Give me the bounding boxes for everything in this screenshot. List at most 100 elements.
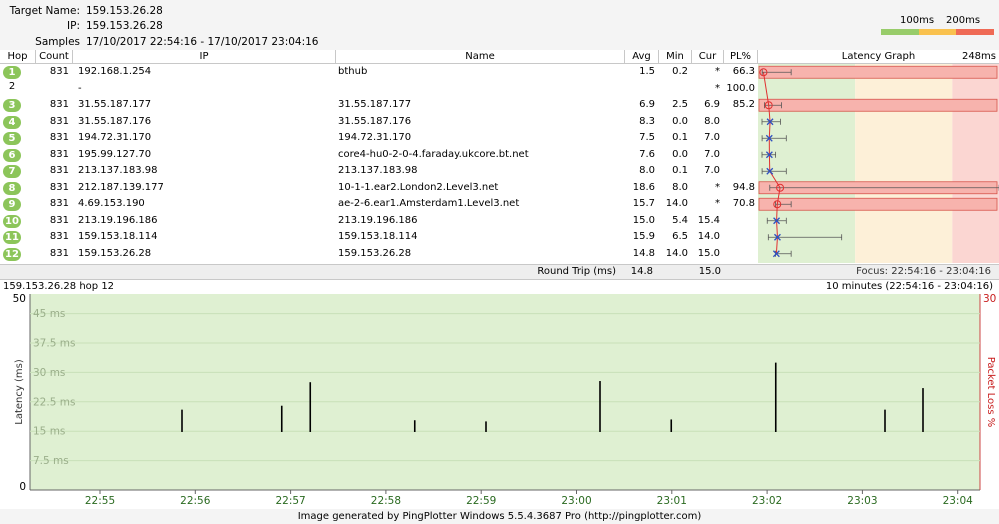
hop-table: Hop Count IP Name Avg Min Cur PL% Latenc… <box>0 50 999 264</box>
cell-cur: 8.0 <box>704 115 720 127</box>
cell-min: 8.0 <box>672 181 688 193</box>
x-tick-label: 22:57 <box>275 495 305 507</box>
cell-avg: 15.7 <box>632 198 655 209</box>
x-tick-label: 23:04 <box>943 495 974 507</box>
cell-count: 831 <box>49 165 69 176</box>
cell-min: 0.0 <box>672 148 688 160</box>
cell-cur: 6.9 <box>704 99 720 110</box>
cell-pl: 70.8 <box>732 198 755 209</box>
cell-count: 831 <box>49 214 69 226</box>
cell-min: 0.2 <box>672 66 688 77</box>
cell-name: 159.153.26.28 <box>338 247 412 259</box>
cell-avg: 15.0 <box>632 214 655 226</box>
hop-number: 7 <box>3 165 21 178</box>
cell-avg <box>625 81 655 98</box>
cell-min: 14.0 <box>665 198 688 209</box>
latency-graph-max: 248ms <box>961 51 996 62</box>
col-header-count[interactable]: Count <box>36 50 73 64</box>
cell-min: 0.1 <box>672 165 688 176</box>
cell-name: 159.153.18.114 <box>338 231 418 242</box>
footer-credit: Image generated by PingPlotter Windows 5… <box>0 509 999 524</box>
col-header-cur[interactable]: Cur <box>692 50 724 64</box>
round-trip-avg: 14.8 <box>630 266 653 277</box>
cell-ip: 31.55.187.177 <box>78 99 152 110</box>
x-tick-label: 22:58 <box>371 495 401 507</box>
target-name-value: 159.153.26.28 <box>86 5 163 17</box>
y-tick-label: 7.5 ms <box>33 455 69 467</box>
focus-range[interactable]: Focus: 22:54:16 - 23:04:16 <box>856 266 991 277</box>
cell-min: 14.0 <box>665 247 688 259</box>
cell-avg: 8.0 <box>639 165 655 176</box>
cell-pl: 85.2 <box>732 99 755 110</box>
y-tick-label: 45 ms <box>33 308 65 320</box>
x-tick-label: 23:01 <box>657 495 687 507</box>
packet-loss-bar <box>758 98 998 112</box>
hop-number: 2 <box>8 80 16 92</box>
cell-name: bthub <box>338 66 368 77</box>
hop-number: 12 <box>3 247 21 261</box>
latency-zone <box>758 64 856 263</box>
col-header-hop[interactable]: Hop <box>0 50 36 64</box>
cell-name: 213.137.183.98 <box>338 165 418 176</box>
scale-bar-yellow <box>918 29 957 35</box>
scale-bar-red <box>956 29 995 35</box>
cell-ip: 4.69.153.190 <box>78 198 145 209</box>
latency-zone <box>952 64 999 263</box>
cell-pl <box>724 114 755 131</box>
cell-pl <box>724 163 755 180</box>
packet-loss-axis-label: Packet Loss % <box>985 357 996 428</box>
cell-avg: 8.3 <box>639 115 655 127</box>
hop-number: 6 <box>3 148 21 162</box>
cell-count: 831 <box>49 148 69 160</box>
target-name-row: Target Name: 159.153.26.28 <box>0 4 163 18</box>
col-header-name[interactable]: Name <box>336 50 625 64</box>
y-tick-label: 30 ms <box>33 367 65 379</box>
ip-value: 159.153.26.28 <box>86 20 163 32</box>
cell-pl <box>724 147 755 164</box>
cell-cur: 7.0 <box>704 132 720 143</box>
x-tick-label: 22:56 <box>180 495 211 507</box>
cell-min <box>659 81 688 98</box>
cell-cur: 7.0 <box>704 165 720 176</box>
latency-zone <box>855 64 953 263</box>
latency-time-graph[interactable]: 0 7.5 ms 15 ms 22.5 ms 30 ms 37.5 ms 45 ms 50 30… <box>0 294 999 508</box>
samples-value: 17/10/2017 22:54:16 - 17/10/2017 23:04:1… <box>86 36 319 48</box>
cell-ip: 213.19.196.186 <box>78 214 158 226</box>
target-info-header: Target Name: 159.153.26.28 IP: 159.153.2… <box>0 0 999 62</box>
cell-count: 831 <box>49 247 69 259</box>
col-header-avg[interactable]: Avg <box>625 50 659 64</box>
target-name-label: Target Name: <box>9 5 80 17</box>
col-header-latency-graph[interactable]: Latency Graph 248ms <box>758 50 999 64</box>
cell-ip: 195.99.127.70 <box>78 148 152 160</box>
cell-name: ae-2-6.ear1.Amsterdam1.Level3.net <box>338 198 520 209</box>
cell-ip: 212.187.139.177 <box>78 181 164 193</box>
y-tick-label: 37.5 ms <box>33 338 75 350</box>
cell-cur: 15.4 <box>697 214 720 226</box>
cell-avg: 7.6 <box>639 148 655 160</box>
cell-ip: 31.55.187.176 <box>78 115 152 127</box>
y-tick-label: 15 ms <box>33 426 65 438</box>
cell-avg: 6.9 <box>639 99 655 110</box>
x-tick-label: 23:00 <box>561 495 591 507</box>
col-header-pl[interactable]: PL% <box>724 50 758 64</box>
samples-row: Samples Timed: 17/10/2017 22:54:16 - 17/… <box>0 35 318 62</box>
scale-bar-green <box>881 29 919 35</box>
cell-min: 2.5 <box>672 99 688 110</box>
cell-ip: 192.168.1.254 <box>78 66 152 77</box>
cell-name: core4-hu0-2-0-4.faraday.ukcore.bt.net <box>338 148 529 160</box>
col-header-min[interactable]: Min <box>659 50 692 64</box>
cell-cur: 14.0 <box>697 231 720 242</box>
y-axis-label: Latency (ms) <box>14 359 25 425</box>
cell-cur: * <box>715 66 720 77</box>
cell-ip: 213.137.183.98 <box>78 165 158 176</box>
cell-min: 5.4 <box>672 214 688 226</box>
hop-number: 5 <box>3 132 21 145</box>
y-tick-label: 0 <box>19 481 26 493</box>
cell-ip: 194.72.31.170 <box>78 132 152 143</box>
x-tick-label: 22:59 <box>466 495 496 507</box>
hop-number: 11 <box>3 231 21 244</box>
col-header-ip[interactable]: IP <box>73 50 336 64</box>
cell-pl <box>724 246 755 263</box>
cell-count: 831 <box>49 99 69 110</box>
packet-loss-bar <box>758 197 998 211</box>
